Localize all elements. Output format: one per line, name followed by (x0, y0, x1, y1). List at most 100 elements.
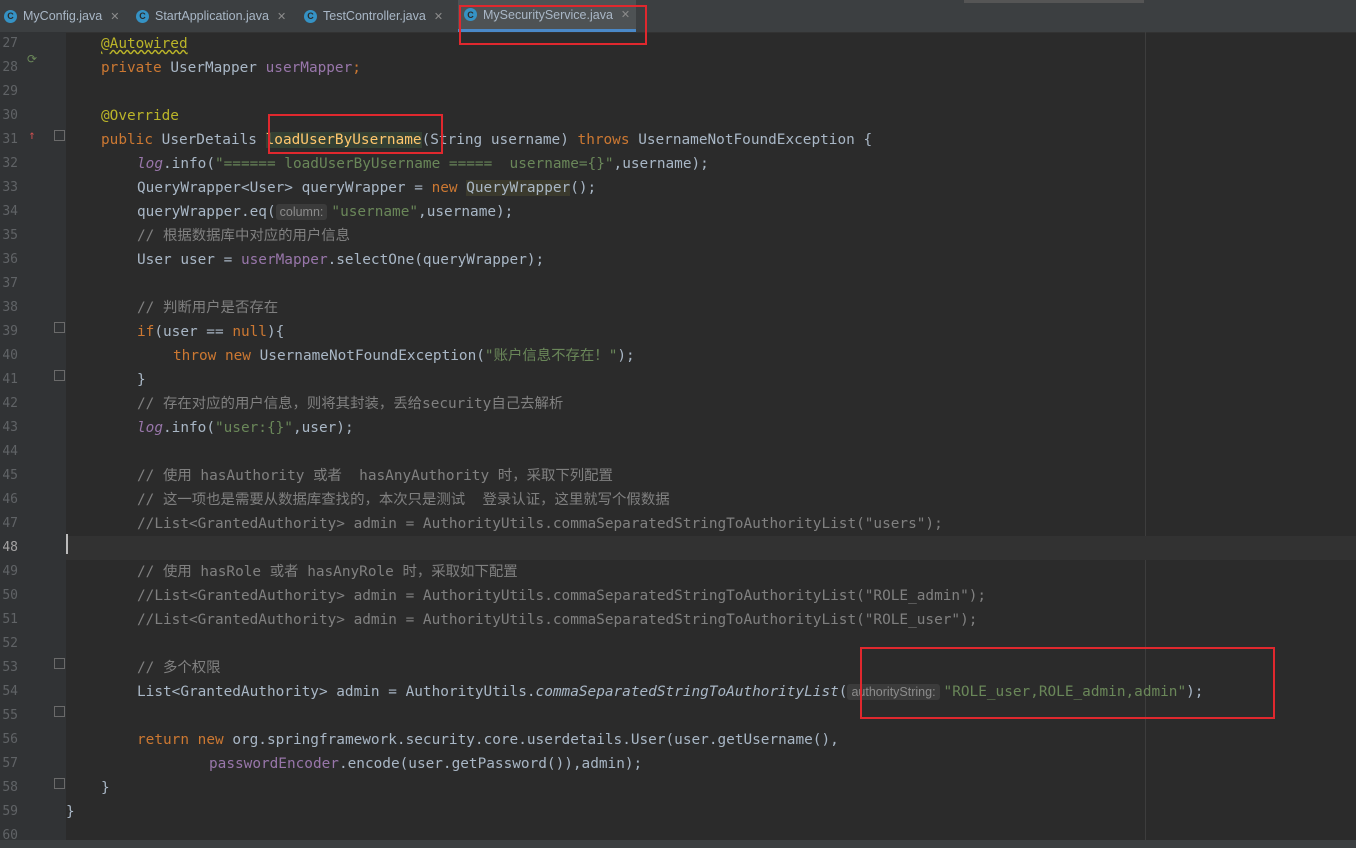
fold-marker[interactable] (54, 130, 65, 141)
comment: // 这一项也是需要从数据库查找的，本次只是测试 登录认证，这里就写个假数据 (137, 492, 670, 508)
line-number: 45 (2, 468, 18, 483)
line-number: 44 (2, 444, 18, 459)
fold-marker[interactable] (54, 322, 65, 333)
args: ,username); (613, 156, 709, 172)
fold-marker[interactable] (54, 658, 65, 669)
field: userMapper (240, 252, 328, 268)
tab-label: TestController.java (323, 9, 426, 23)
comment: //List<GrantedAuthority> admin = Authori… (137, 516, 943, 532)
line-number: 33 (2, 180, 18, 195)
line-number: 48 (2, 540, 18, 555)
line-number: 30 (2, 108, 18, 123)
params: (String username) (421, 132, 578, 148)
override-method-icon[interactable]: ↑ (25, 128, 39, 142)
keyword: new (431, 180, 467, 196)
line-number: 39 (2, 324, 18, 339)
code-line: return new org.springframework.security.… (66, 728, 1356, 752)
current-line (66, 536, 1356, 560)
args: ,username); (418, 204, 514, 220)
comment: // 多个权限 (137, 660, 221, 676)
exception: UsernameNotFoundException { (638, 132, 873, 148)
code-line: // 存在对应的用户信息，则将其封装，丢给security自己去解析 (66, 392, 1356, 416)
line-number: 46 (2, 492, 18, 507)
static-method: commaSeparatedStringToAuthorityList (535, 684, 839, 700)
code-line: // 根据数据库中对应的用户信息 (66, 224, 1356, 248)
type: QueryWrapper (466, 180, 571, 196)
keyword: new (197, 732, 233, 748)
keyword: throws (577, 132, 639, 148)
string: "====== loadUserByUsername ===== usernam… (214, 156, 614, 172)
fold-marker[interactable] (54, 778, 65, 789)
keyword: if (137, 324, 155, 340)
line-number: 32 (2, 156, 18, 171)
callout-box-tab (459, 5, 647, 45)
tab-startapplication[interactable]: C StartApplication.java ✕ (136, 0, 286, 32)
call: .info( (163, 156, 215, 172)
line-number: 54 (2, 684, 18, 699)
callout-box-method (268, 114, 443, 154)
args: ,user); (292, 420, 354, 436)
code-line: // 使用 hasAuthority 或者 hasAnyAuthority 时，… (66, 464, 1356, 488)
comment: //List<GrantedAuthority> admin = Authori… (137, 588, 987, 604)
decl: QueryWrapper<User> queryWrapper = (137, 180, 432, 196)
line-number: 57 (2, 756, 18, 771)
line-number: 47 (2, 516, 18, 531)
comment: // 使用 hasRole 或者 hasAnyRole 时，采取如下配置 (137, 564, 518, 580)
class-icon: C (136, 9, 149, 23)
class-icon: C (304, 9, 317, 23)
line-number: 56 (2, 732, 18, 747)
fold-marker[interactable] (54, 370, 65, 381)
line-number: 37 (2, 276, 18, 291)
line-number: 50 (2, 588, 18, 603)
code-line: } (66, 368, 1356, 392)
close-icon[interactable]: ✕ (110, 10, 119, 23)
call: .info( (163, 420, 215, 436)
code-line: public UserDetails loadUserByUsername(St… (66, 128, 1356, 152)
tab-testcontroller[interactable]: C TestController.java ✕ (304, 0, 443, 32)
tab-myconfig[interactable]: C MyConfig.java ✕ (4, 0, 119, 32)
code-line: @Override (66, 104, 1356, 128)
code-line: throw new UsernameNotFoundException("账户信… (66, 344, 1356, 368)
line-number: 51 (2, 612, 18, 627)
line-number: 43 (2, 420, 18, 435)
code-line: if(user == null){ (66, 320, 1356, 344)
decl: List<GrantedAuthority> admin = Authority… (137, 684, 536, 700)
string: "username" (331, 204, 419, 220)
field: userMapper (265, 60, 353, 76)
code-line: @Autowired (66, 32, 1356, 56)
class-icon: C (4, 9, 17, 23)
comment: // 存在对应的用户信息，则将其封装，丢给security自己去解析 (137, 396, 564, 412)
spring-bean-icon[interactable]: ⟳ (25, 52, 39, 66)
code-line: //List<GrantedAuthority> admin = Authori… (66, 512, 1356, 536)
code-line: queryWrapper.eq(column: "username",userna… (66, 200, 1356, 224)
line-number: 41 (2, 372, 18, 387)
comment: // 判断用户是否存在 (137, 300, 279, 316)
line-number: 42 (2, 396, 18, 411)
line-number: 49 (2, 564, 18, 579)
field: log (137, 156, 163, 172)
code-line: // 这一项也是需要从数据库查找的，本次只是测试 登录认证，这里就写个假数据 (66, 488, 1356, 512)
code-line: log.info("user:{}",user); (66, 416, 1356, 440)
fold-marker[interactable] (54, 706, 65, 717)
code-line: passwordEncoder.encode(user.getPassword(… (66, 752, 1356, 776)
scroll-indicator (964, 0, 1144, 3)
code-line: } (66, 776, 1356, 800)
call: .selectOne(queryWrapper); (327, 252, 545, 268)
close-icon[interactable]: ✕ (434, 10, 443, 23)
expr: (user == (154, 324, 233, 340)
annotation: @Override (101, 108, 179, 124)
editor-tab-bar: C MyConfig.java ✕ C StartApplication.jav… (0, 0, 1356, 33)
line-number: 29 (2, 84, 18, 99)
line-number: 38 (2, 300, 18, 315)
line-number: 34 (2, 204, 18, 219)
comment: // 使用 hasAuthority 或者 hasAnyAuthority 时，… (137, 468, 613, 484)
type: UserMapper (170, 60, 266, 76)
line-number: 36 (2, 252, 18, 267)
call: UsernameNotFoundException( (259, 348, 485, 364)
code-line: // 判断用户是否存在 (66, 296, 1356, 320)
close-icon[interactable]: ✕ (277, 10, 286, 23)
tab-label: StartApplication.java (155, 9, 269, 23)
line-number: 27 (2, 36, 18, 51)
code-line: User user = userMapper.selectOne(queryWr… (66, 248, 1356, 272)
punct: } (66, 804, 75, 820)
